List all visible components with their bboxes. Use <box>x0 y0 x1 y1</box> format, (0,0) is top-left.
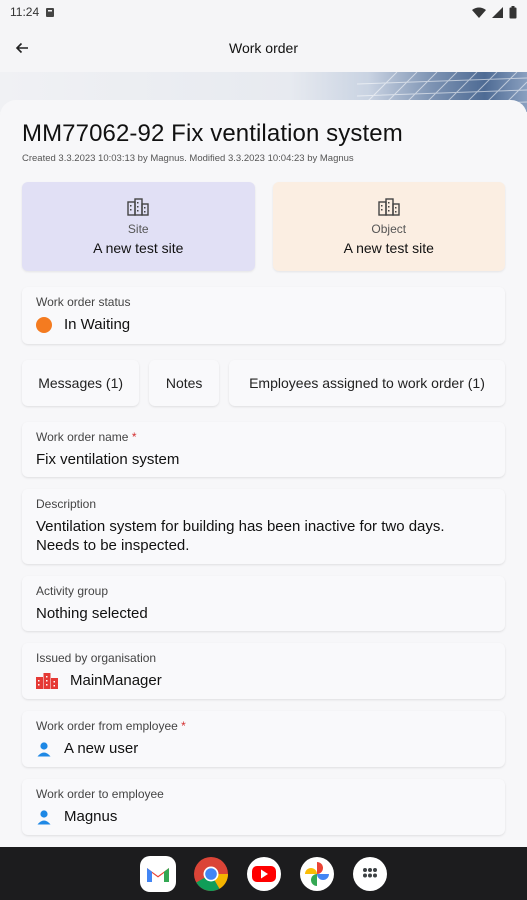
work-order-status-field[interactable]: Work order status In Waiting <box>22 287 505 344</box>
from-employee-value: A new user <box>64 740 139 757</box>
description-field[interactable]: Description Ventilation system for build… <box>22 489 505 564</box>
work-order-fields: Work order name * Fix ventilation system… <box>22 422 505 835</box>
wifi-icon <box>472 7 486 18</box>
chrome-app-button[interactable] <box>193 856 229 892</box>
photos-icon <box>299 856 334 891</box>
youtube-icon <box>246 856 281 891</box>
activity-group-field[interactable]: Activity group Nothing selected <box>22 576 505 631</box>
tab-notes[interactable]: Notes <box>149 360 219 406</box>
building-icon <box>36 672 58 689</box>
description-label: Description <box>36 497 97 511</box>
page-title: Work order <box>229 40 298 56</box>
work-order-from-employee-field[interactable]: Work order from employee * A new user <box>22 711 505 767</box>
work-order-tabs: Messages (1) Notes Employees assigned to… <box>22 360 505 406</box>
building-icon <box>127 197 149 216</box>
tab-employees-assigned[interactable]: Employees assigned to work order (1) <box>228 360 505 406</box>
issued-by-organisation-field[interactable]: Issued by organisation MainManager <box>22 643 505 699</box>
system-dock <box>0 847 527 900</box>
to-employee-label: Work order to employee <box>36 787 164 801</box>
back-button[interactable] <box>0 41 44 55</box>
name-label: Work order name <box>36 430 129 444</box>
site-label: Site <box>127 221 149 236</box>
site-tile[interactable]: Site A new test site <box>22 182 255 271</box>
app-bar: Work order <box>0 24 527 72</box>
youtube-app-button[interactable] <box>246 856 282 892</box>
work-order-meta: Created 3.3.2023 10:03:13 by Magnus. Mod… <box>22 153 354 164</box>
work-order-name-field[interactable]: Work order name * Fix ventilation system <box>22 422 505 477</box>
building-icon <box>378 197 400 216</box>
photos-app-button[interactable] <box>299 856 335 892</box>
activity-group-value: Nothing selected <box>36 605 148 622</box>
notification-icon <box>46 7 55 17</box>
person-icon <box>37 809 51 824</box>
app-drawer-icon <box>352 856 387 891</box>
description-value: Ventilation system for building has been… <box>36 518 445 554</box>
work-order-sheet: MM77062-92 Fix ventilation system Create… <box>0 100 527 847</box>
issued-by-label: Issued by organisation <box>36 651 157 665</box>
battery-icon <box>509 5 517 18</box>
status-value: In Waiting <box>64 316 131 333</box>
to-employee-value: Magnus <box>64 808 118 825</box>
status-bar: 11:24 <box>0 0 527 24</box>
cellular-icon <box>492 6 503 18</box>
required-mark: * <box>131 430 137 444</box>
status-time: 11:24 <box>10 5 40 19</box>
required-mark: * <box>181 719 186 733</box>
status-dot-icon <box>36 316 52 333</box>
work-order-title: MM77062-92 Fix ventilation system <box>22 120 403 147</box>
person-icon <box>37 741 51 756</box>
activity-group-label: Activity group <box>36 584 109 598</box>
app-drawer-button[interactable] <box>352 856 388 892</box>
object-label: Object <box>371 221 407 236</box>
status-label: Work order status <box>36 295 131 309</box>
arrow-back-icon <box>15 42 28 54</box>
tab-messages[interactable]: Messages (1) <box>22 360 140 406</box>
site-object-tiles: Site A new test site Object A new test s… <box>22 182 505 271</box>
chrome-icon <box>193 856 228 891</box>
gmail-icon <box>146 867 169 882</box>
name-value: Fix ventilation system <box>36 451 180 468</box>
object-value: A new test site <box>343 239 434 256</box>
from-employee-label: Work order from employee <box>36 719 178 733</box>
issued-by-value: MainManager <box>70 672 162 689</box>
gmail-app-button[interactable] <box>139 855 176 892</box>
work-order-to-employee-field[interactable]: Work order to employee Magnus <box>22 779 505 835</box>
object-tile[interactable]: Object A new test site <box>272 182 505 271</box>
site-value: A new test site <box>93 239 184 256</box>
